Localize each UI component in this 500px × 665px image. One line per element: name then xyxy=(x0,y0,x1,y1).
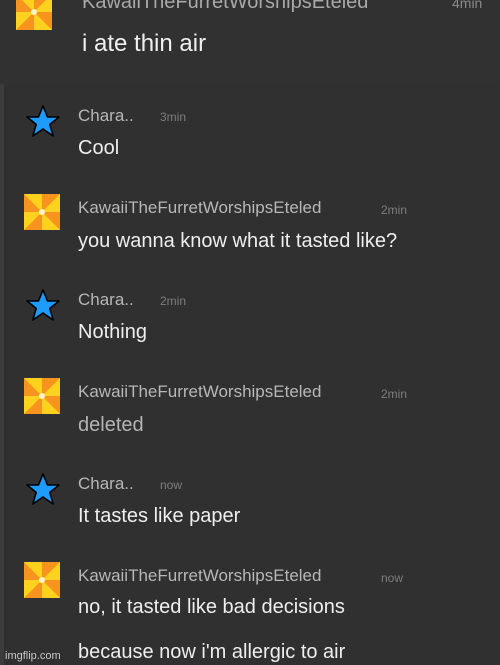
username[interactable]: KawaiiTheFurretWorshipsEteled xyxy=(78,382,321,402)
message-text: Nothing xyxy=(78,321,147,343)
pinwheel-icon[interactable] xyxy=(24,562,60,598)
username[interactable]: Chara.. xyxy=(78,290,134,310)
timestamp: 2min xyxy=(381,387,408,401)
username[interactable]: KawaiiTheFurretWorshipsEteled xyxy=(78,566,321,586)
username[interactable]: Chara.. xyxy=(78,106,134,126)
message-text: It tastes like paper xyxy=(78,505,241,527)
blue-star-icon[interactable] xyxy=(25,288,61,324)
username[interactable]: Chara.. xyxy=(78,474,134,494)
watermark: imgflip.com xyxy=(5,650,61,662)
blue-star-icon[interactable] xyxy=(25,472,61,508)
message-text: you wanna know what it tasted like? xyxy=(78,230,398,252)
previous-message: KawaiiTheFurretWorshipsEteled 4min i ate… xyxy=(0,0,500,84)
blue-star-icon[interactable] xyxy=(25,104,61,140)
message-text-deleted: deleted xyxy=(78,414,144,436)
message-text: no, it tasted like bad decisions xyxy=(78,596,345,618)
timestamp: 2min xyxy=(160,294,187,308)
pinwheel-icon[interactable] xyxy=(24,194,60,230)
message-text-continuation: because now i'm allergic to air xyxy=(78,641,346,663)
username[interactable]: KawaiiTheFurretWorshipsEteled xyxy=(78,198,321,218)
timestamp: 2min xyxy=(381,203,408,217)
message-text: i ate thin air xyxy=(82,30,207,57)
message-text: Cool xyxy=(78,137,120,159)
timestamp: now xyxy=(160,478,183,492)
pinwheel-icon[interactable] xyxy=(16,0,52,30)
username[interactable]: KawaiiTheFurretWorshipsEteled xyxy=(82,0,368,13)
timestamp: now xyxy=(381,571,404,585)
timestamp: 3min xyxy=(160,110,187,124)
timestamp: 4min xyxy=(452,0,483,11)
pinwheel-icon[interactable] xyxy=(24,378,60,414)
